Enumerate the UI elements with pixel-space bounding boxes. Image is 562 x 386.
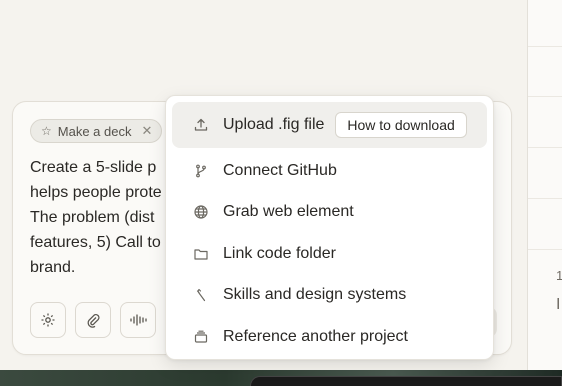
preview-text: 1 [556,268,562,283]
how-to-download-button[interactable]: How to download [335,112,467,138]
menu-item-connect-github[interactable]: Connect GitHub [172,150,487,192]
folder-icon [192,245,210,263]
preview-divider [528,96,562,97]
upload-icon [192,116,210,134]
mode-chip-label: Make a deck [57,123,132,139]
background-window [250,376,562,386]
attach-menu: Upload .fig file How to download Connect… [165,95,494,360]
menu-item-label: Skills and design systems [223,286,407,304]
menu-item-link-code-folder[interactable]: Link code folder [172,233,487,275]
stack-icon [192,328,210,346]
voice-button[interactable] [120,302,156,338]
star-icon: ☆ [41,124,52,138]
menu-item-label: Link code folder [223,244,336,262]
paperclip-icon [87,313,100,328]
close-icon[interactable]: ✕ [141,123,152,139]
preview-divider [528,147,562,148]
menu-item-reference-project[interactable]: Reference another project [172,316,487,358]
globe-icon [192,203,210,221]
preview-divider [528,249,562,250]
menu-item-label: Upload .fig file [223,116,325,133]
git-branch-icon [192,162,210,180]
gear-icon [41,313,55,327]
menu-item-label: Reference another project [223,327,408,345]
preview-pane: 1 I [528,0,562,372]
menu-item-label: Connect GitHub [223,161,337,179]
mode-chip[interactable]: ☆ Make a deck ✕ [30,119,163,143]
menu-item-skills-design-systems[interactable]: Skills and design systems [172,275,487,317]
desktop-background [0,370,562,386]
preview-divider [528,46,562,47]
menu-item-label: Grab web element [223,203,354,221]
audio-waveform-icon [130,314,147,326]
wrench-icon [192,286,210,304]
preview-divider [528,198,562,199]
menu-item-grab-web-element[interactable]: Grab web element [172,192,487,234]
attach-button[interactable] [75,302,111,338]
menu-item-upload-fig[interactable]: Upload .fig file How to download [172,102,487,148]
settings-button[interactable] [30,302,66,338]
preview-text: I [556,296,561,313]
